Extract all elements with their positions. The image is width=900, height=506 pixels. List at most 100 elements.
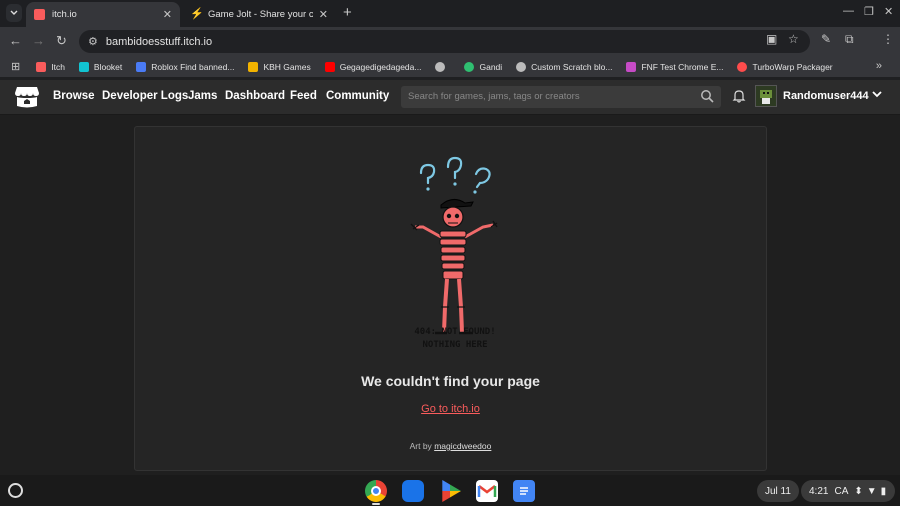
chrome-app-icon[interactable] bbox=[365, 480, 387, 502]
browser-toolbar: ← → ↻ ⚙ bambidoesstuff.itch.io ▣ ☆ ✎ ⧉ ⋮ bbox=[0, 27, 900, 56]
network-icon: ⬍ bbox=[854, 485, 863, 497]
screen: itch.io ✕ ⚡ Game Jolt - Share your creat… bbox=[0, 0, 900, 506]
search-placeholder: Search for games, jams, tags or creators bbox=[408, 91, 580, 102]
avatar[interactable] bbox=[755, 85, 777, 107]
close-icon[interactable]: ✕ bbox=[319, 8, 328, 21]
site-info-icon[interactable]: ⚙ bbox=[88, 35, 98, 48]
itch-favicon-icon bbox=[36, 61, 47, 72]
bookmark-roblox[interactable]: Roblox Find banned... bbox=[136, 61, 234, 72]
new-tab-button[interactable]: + bbox=[343, 5, 352, 20]
nav-dashboard[interactable]: Dashboard bbox=[225, 90, 285, 102]
bookmark-label: Custom Scratch blo... bbox=[531, 61, 613, 72]
tab-title: Game Jolt - Share your creation bbox=[208, 9, 313, 20]
tab-search-button[interactable] bbox=[6, 4, 22, 22]
bookmark-label: Itch bbox=[51, 61, 65, 72]
running-indicator bbox=[372, 503, 380, 505]
bookmark-label: Gegagedigedageda... bbox=[339, 61, 422, 72]
art-credit: Art by magicdweedoo bbox=[135, 441, 766, 451]
bookmark-label: TurboWarp Packager bbox=[752, 61, 833, 72]
chevron-down-icon bbox=[10, 10, 18, 15]
caption-line-2: NOTHING HERE bbox=[422, 340, 487, 350]
wifi-icon: ▼ bbox=[866, 485, 877, 497]
launcher-icon[interactable] bbox=[8, 483, 23, 498]
bookmark-itch[interactable]: Itch bbox=[36, 61, 65, 72]
bookmark-label: FNF Test Chrome E... bbox=[641, 61, 724, 72]
bookmark-globe[interactable] bbox=[435, 61, 450, 72]
roblox-favicon-icon bbox=[136, 61, 147, 72]
bookmark-youtube[interactable]: Gegagedigedageda... bbox=[324, 61, 422, 72]
forward-arrow-icon[interactable]: → bbox=[32, 33, 45, 49]
youtube-favicon-icon bbox=[324, 61, 335, 72]
bookmark-label: Blooket bbox=[93, 61, 123, 72]
bookmark-label: Gandi bbox=[479, 61, 503, 72]
fnf-favicon-icon bbox=[626, 61, 637, 72]
back-arrow-icon[interactable]: ← bbox=[9, 33, 22, 49]
bookmark-turbowarp[interactable]: TurboWarp Packager bbox=[737, 61, 833, 72]
nav-developer-logs[interactable]: Developer Logs bbox=[102, 90, 188, 102]
date-text: Jul 11 bbox=[765, 485, 791, 497]
itch-favicon-icon bbox=[34, 9, 45, 20]
search-input[interactable]: Search for games, jams, tags or creators bbox=[401, 86, 721, 108]
nav-feed[interactable]: Feed bbox=[290, 90, 317, 102]
avatar-image bbox=[756, 86, 776, 106]
restore-button[interactable]: ❐ bbox=[864, 5, 874, 18]
globe-icon bbox=[516, 61, 527, 72]
cast-icon[interactable]: ▣ bbox=[766, 32, 777, 46]
bookmark-star-icon[interactable]: ☆ bbox=[788, 32, 799, 46]
gmail-icon bbox=[477, 485, 497, 497]
not-found-illustration bbox=[410, 156, 498, 335]
page-title: We couldn't find your page bbox=[361, 373, 540, 389]
bookmark-scratch[interactable]: Custom Scratch blo... bbox=[516, 61, 613, 72]
nav-community[interactable]: Community bbox=[326, 90, 389, 102]
gmail-app-icon[interactable] bbox=[476, 480, 498, 502]
go-to-itch-link[interactable]: Go to itch.io bbox=[135, 403, 766, 415]
pen-icon[interactable]: ✎ bbox=[821, 32, 831, 46]
not-found-card: 404: NOT FOUND! NOTHING HERE We couldn't… bbox=[134, 126, 767, 471]
docs-icon bbox=[520, 487, 528, 495]
caption-line-1: 404: NOT FOUND! bbox=[414, 327, 495, 337]
nav-browse[interactable]: Browse bbox=[53, 90, 95, 102]
username[interactable]: Randomuser444 bbox=[783, 90, 869, 102]
globe-icon bbox=[435, 61, 446, 72]
bookmark-gandi[interactable]: Gandi bbox=[464, 61, 503, 72]
reload-icon[interactable]: ↻ bbox=[56, 33, 67, 49]
close-icon[interactable]: ✕ bbox=[163, 8, 172, 21]
search-icon[interactable] bbox=[700, 89, 714, 103]
credit-author-link[interactable]: magicdweedoo bbox=[434, 441, 491, 451]
minimize-button[interactable]: — bbox=[843, 5, 854, 17]
play-store-icon[interactable] bbox=[442, 480, 461, 502]
bookmark-blooket[interactable]: Blooket bbox=[78, 61, 123, 72]
os-shelf: Jul 11 4:21 CA ⬍ ▼ ▮ bbox=[0, 475, 900, 506]
extensions-icon[interactable]: ⧉ bbox=[845, 32, 854, 47]
more-bookmarks-icon[interactable]: » bbox=[876, 60, 882, 72]
chevron-down-icon[interactable] bbox=[871, 88, 883, 100]
bookmark-kbh[interactable]: KBH Games bbox=[248, 61, 311, 72]
region-text: CA bbox=[834, 485, 849, 497]
date-pill[interactable]: Jul 11 bbox=[757, 480, 799, 502]
illustration-caption: 404: NOT FOUND! NOTHING HERE bbox=[414, 327, 495, 350]
close-window-button[interactable]: ✕ bbox=[884, 5, 893, 18]
blooket-favicon-icon bbox=[78, 61, 89, 72]
kbh-favicon-icon bbox=[248, 61, 259, 72]
docs-app-icon[interactable] bbox=[513, 480, 535, 502]
tab-strip: itch.io ✕ ⚡ Game Jolt - Share your creat… bbox=[0, 0, 900, 27]
gandi-favicon-icon bbox=[464, 61, 475, 72]
clock-text: 4:21 bbox=[809, 485, 829, 497]
itch-logo-icon[interactable] bbox=[14, 85, 40, 109]
bell-icon[interactable] bbox=[732, 89, 746, 103]
tab-itch[interactable]: itch.io ✕ bbox=[26, 2, 180, 27]
battery-icon: ▮ bbox=[880, 485, 887, 497]
apps-grid-icon[interactable]: ⊞ bbox=[11, 60, 20, 73]
itch-header: Browse Developer Logs Jams Dashboard Fee… bbox=[0, 80, 900, 115]
status-tray[interactable]: 4:21 CA ⬍ ▼ ▮ bbox=[801, 480, 895, 502]
bookmark-label: KBH Games bbox=[263, 61, 311, 72]
bookmark-fnf[interactable]: FNF Test Chrome E... bbox=[626, 61, 724, 72]
bookmarks-bar: ⊞ Itch Blooket Roblox Find banned... KBH… bbox=[0, 56, 900, 77]
nav-jams[interactable]: Jams bbox=[188, 90, 217, 102]
address-bar[interactable]: ⚙ bambidoesstuff.itch.io bbox=[79, 30, 810, 53]
credit-prefix: Art by bbox=[409, 441, 432, 451]
menu-dots-icon[interactable]: ⋮ bbox=[882, 32, 894, 46]
tab-gamejolt[interactable]: ⚡ Game Jolt - Share your creation ✕ bbox=[182, 2, 336, 27]
files-app-icon[interactable] bbox=[402, 480, 424, 502]
url-text: bambidoesstuff.itch.io bbox=[105, 35, 213, 48]
